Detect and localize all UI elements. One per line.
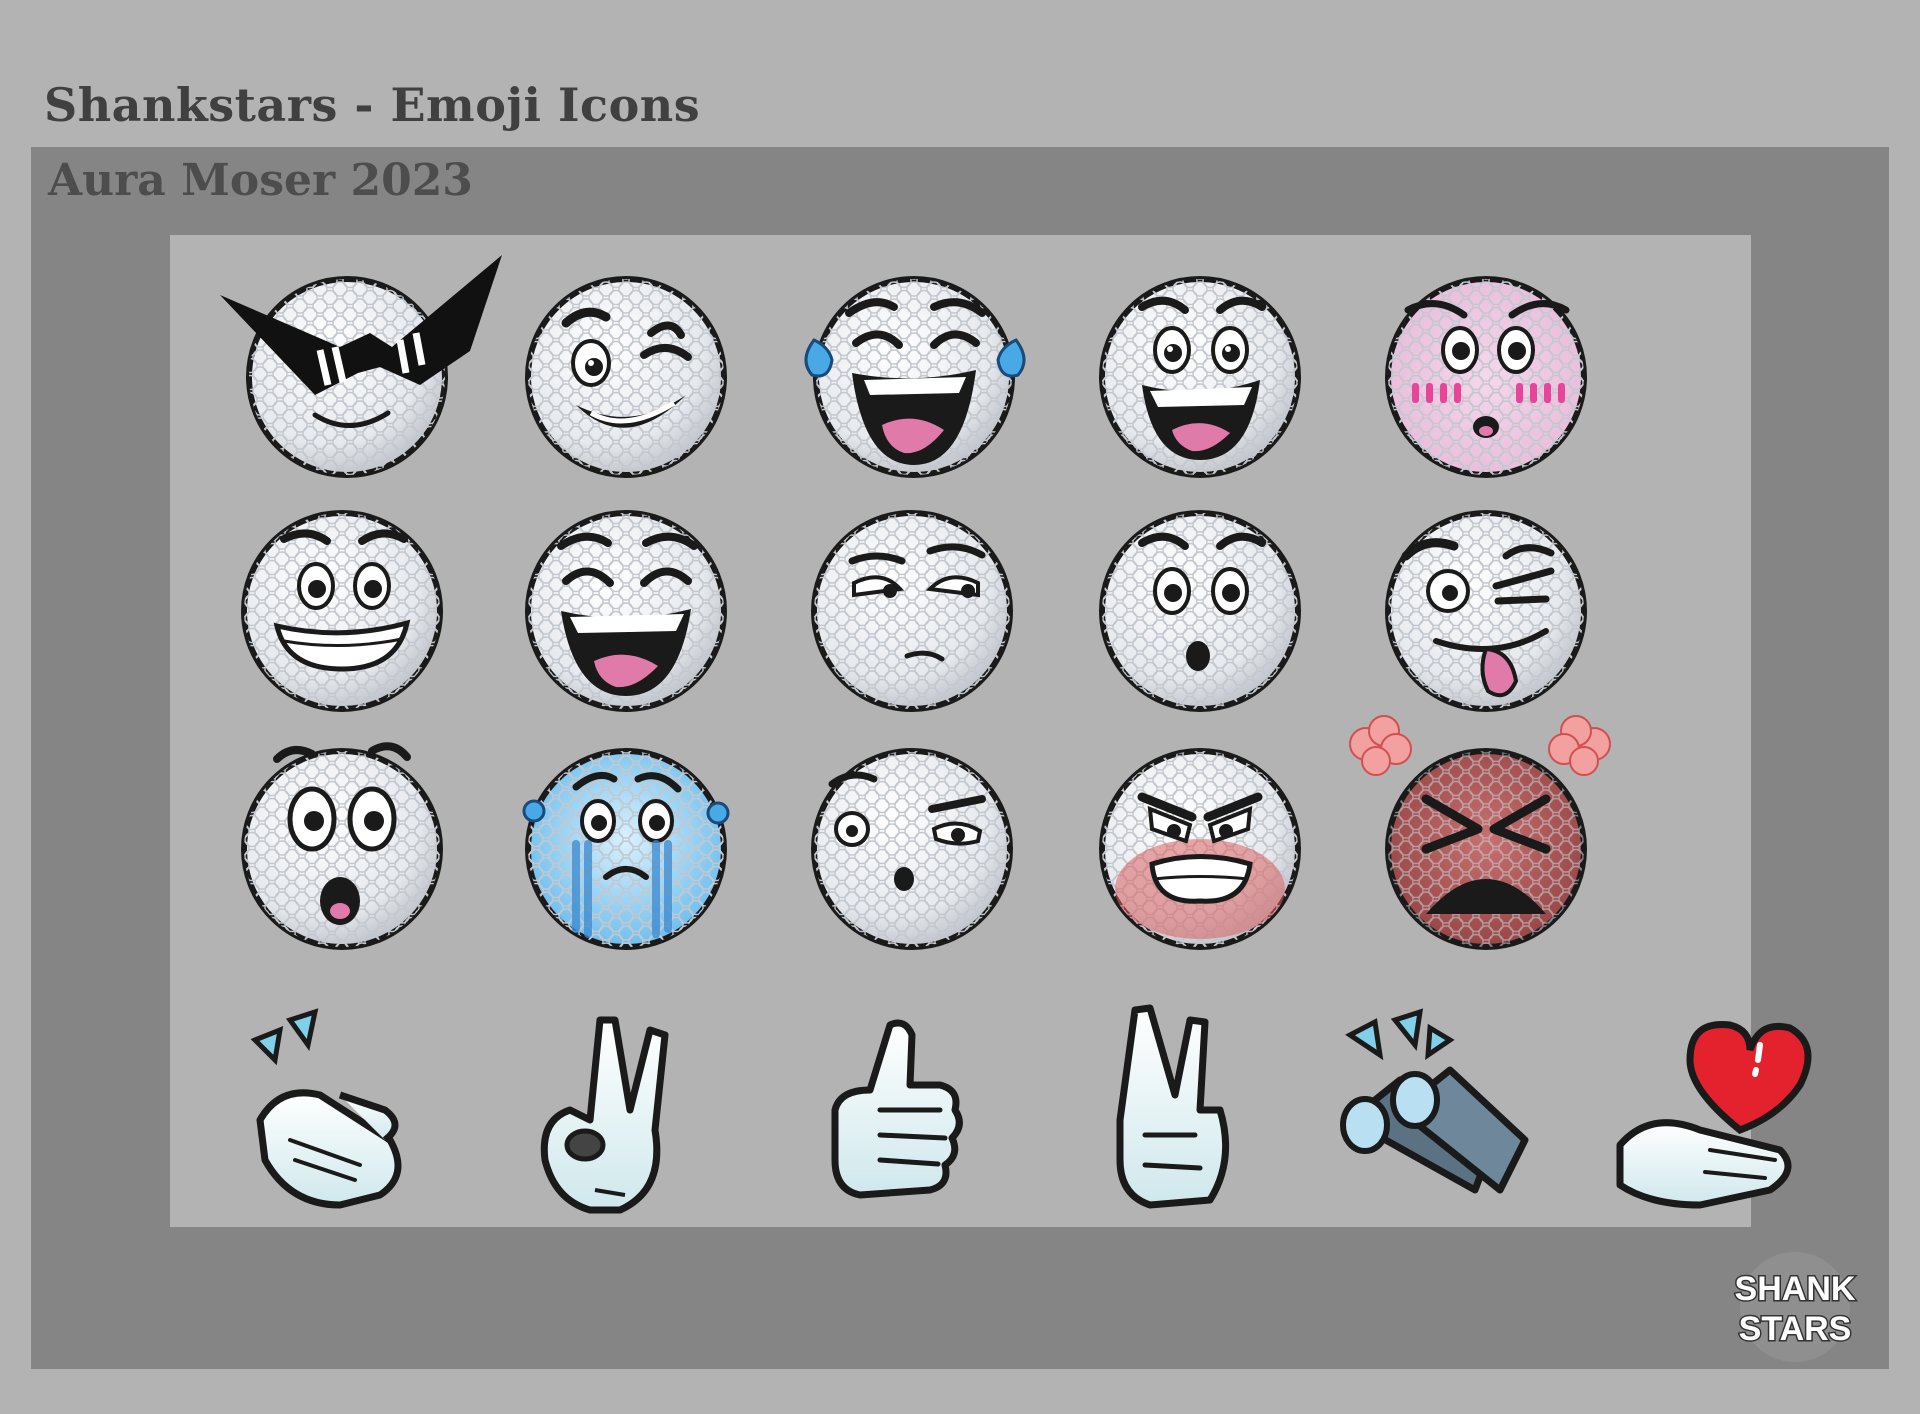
emoji-sheet [170,235,1812,1227]
wink-smirk-icon [506,255,746,495]
clapping-hands-icon [220,1000,460,1240]
big-grin-icon [1080,255,1320,495]
binoculars-icon [1320,1000,1560,1240]
fingers-crossed-icon [1050,1000,1290,1240]
suspicious-icon [792,729,1032,969]
thumbs-up-icon [780,1000,1020,1240]
furious-icon [1349,715,1611,969]
shocked-icon [222,729,462,969]
author-subtitle: Aura Moser 2023 [48,155,473,206]
cool-sunglasses-icon [220,255,502,495]
skeptical-icon [792,491,1032,731]
logo-line-1: SHANK [1735,1270,1856,1308]
happy-laugh-icon [506,491,746,731]
tears-of-joy-icon [794,255,1034,495]
crying-icon [506,729,746,969]
crazy-tongue-icon [1366,491,1606,731]
wide-smile-icon [222,491,462,731]
logo-line-2: STARS [1739,1310,1852,1348]
angry-grimace-icon [1080,729,1320,969]
shankstars-logo: SHANK STARS [1720,1245,1870,1365]
surprised-icon [1080,491,1320,731]
heart-in-hand-icon [1590,1000,1830,1240]
blushing-icon [1366,255,1606,495]
page-title: Shankstars - Emoji Icons [44,78,701,132]
ok-hand-icon [490,1000,730,1240]
